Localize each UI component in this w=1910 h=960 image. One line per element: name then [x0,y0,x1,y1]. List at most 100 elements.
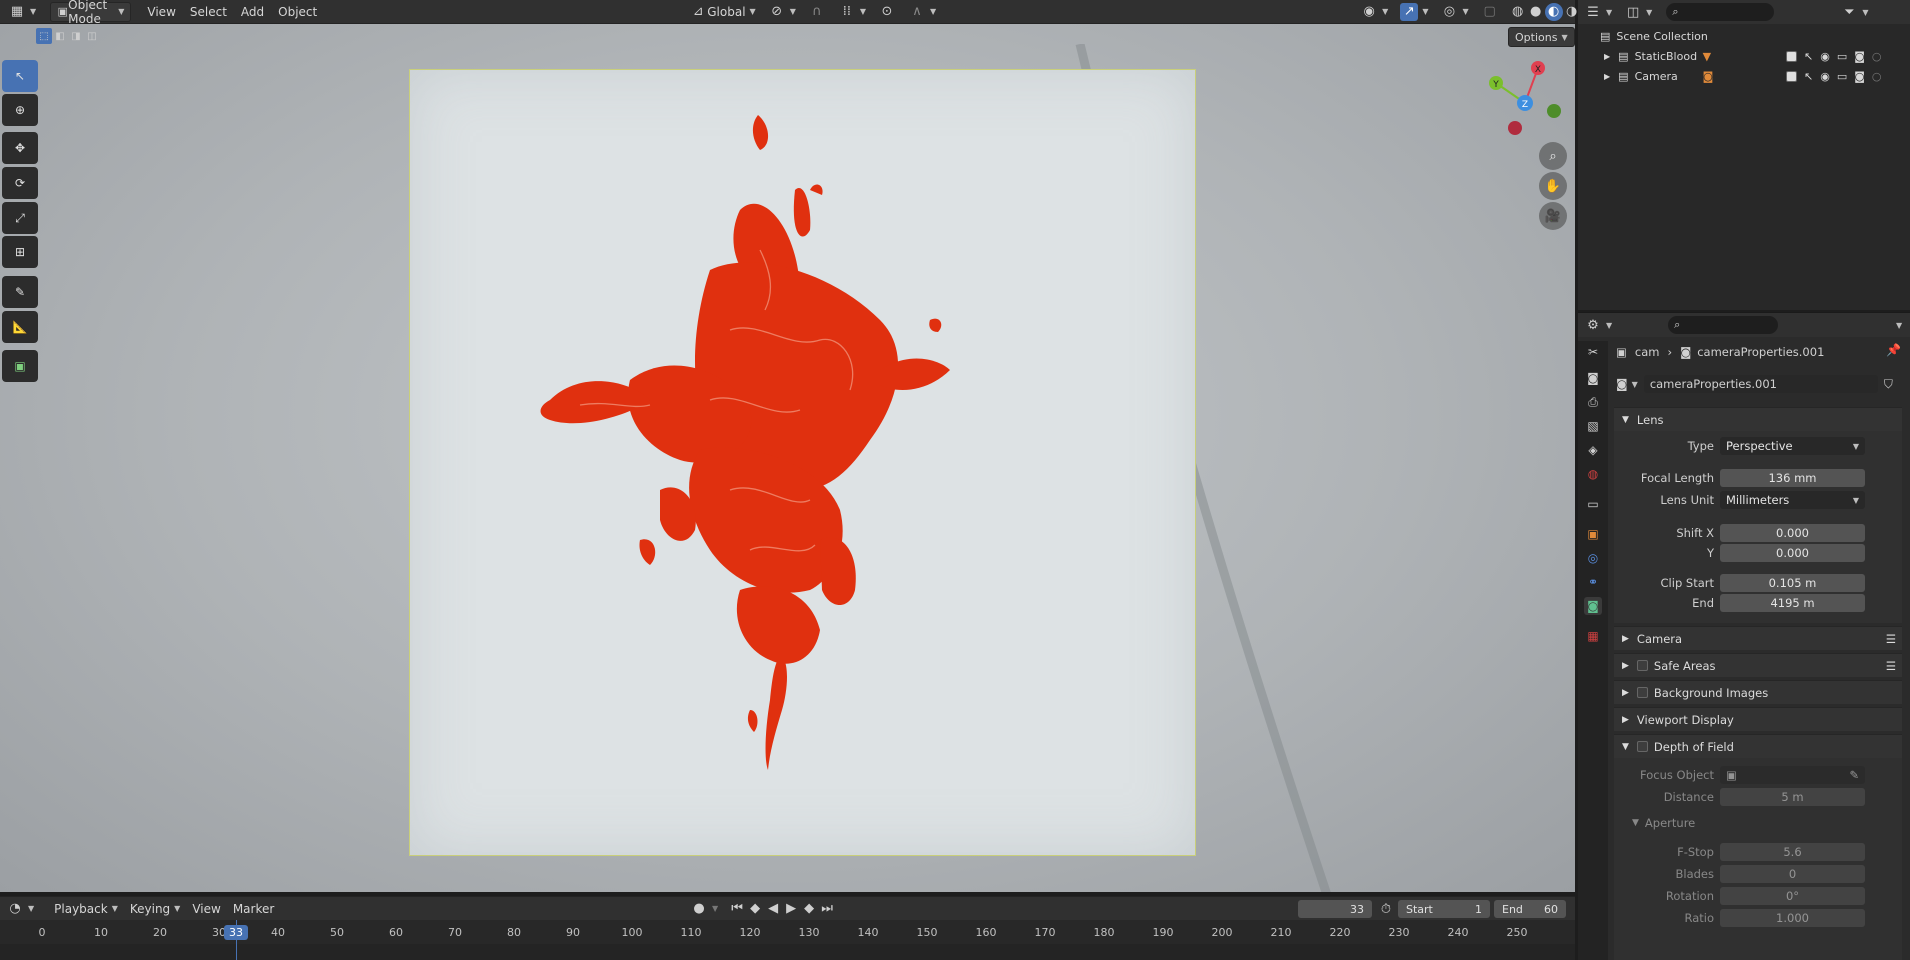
output-tab-icon[interactable]: ⎙ [1584,393,1602,411]
expand-arrow-icon[interactable]: ▶ [1604,52,1610,61]
render-tab-icon[interactable]: ◙ [1584,369,1602,387]
holdout-icon[interactable]: ○ [1872,50,1882,63]
jump-end-icon[interactable]: ⏭ [818,899,836,917]
tool-annotate[interactable]: ✎ [2,276,38,308]
include-checkbox[interactable] [1786,50,1797,62]
chevron-down-icon[interactable]: ▼ [712,904,718,913]
jump-keyframe-back-icon[interactable]: ◆ [746,899,764,917]
fstop-field[interactable]: 5.6 [1720,843,1865,861]
start-frame-field[interactable]: Start 1 [1398,900,1490,918]
safe-areas-panel-header[interactable]: ▶ Safe Areas ☰ [1614,653,1902,677]
render-camera-icon[interactable]: ◙ [1854,70,1865,83]
3d-viewport[interactable]: ⬚ ◧ ◨ ◫ Options ▼ ↖ ⊕ ✥ ⟳ ⤢ ⊞ ✎ 📐 ▣ X Y … [0,24,1575,892]
properties-search-input[interactable]: ⌕ [1668,316,1779,334]
dof-checkbox[interactable] [1636,741,1648,752]
falloff-dropdown[interactable]: ∧ ▼ [902,2,942,22]
clip-end-field[interactable]: 4195 m [1720,594,1865,612]
shift-y-field[interactable]: 0.000 [1720,544,1865,562]
tool-add-cube[interactable]: ▣ [2,350,38,382]
tool-rotate[interactable]: ⟳ [2,167,38,199]
menu-playback[interactable]: Playback ▼ [48,899,124,919]
tool-measure[interactable]: 📐 [2,311,38,343]
select-intersect-icon[interactable]: ◫ [84,28,100,44]
select-new-icon[interactable]: ⬚ [36,28,52,44]
presets-list-icon[interactable]: ☰ [1886,659,1896,673]
viewport-display-panel-header[interactable]: ▶ Viewport Display [1614,707,1902,731]
stopwatch-icon[interactable]: ⏱ [1377,900,1395,918]
zoom-button[interactable]: ⌕ [1539,142,1567,170]
type-dropdown[interactable]: Perspective ▼ [1720,437,1865,455]
xray-toggle[interactable]: ▢ [1475,2,1505,22]
monitor-icon[interactable]: ▭ [1837,70,1847,83]
menu-add[interactable]: Add [235,2,270,22]
blades-field[interactable]: 0 [1720,865,1865,883]
play-icon[interactable]: ▶ [782,899,800,917]
ratio-field[interactable]: 1.000 [1720,909,1865,927]
orientation-dropdown[interactable]: ⊿ Global ▼ [683,2,761,22]
focal-length-field[interactable]: 136 mm [1720,469,1865,487]
monitor-icon[interactable]: ▭ [1837,50,1847,63]
fake-user-shield-icon[interactable]: ⛉ [1884,377,1893,392]
distance-field[interactable]: 5 m [1720,788,1865,806]
pivot-dropdown[interactable]: ⊘ ▼ [762,2,802,22]
visibility-dropdown[interactable]: ◉ ▼ [1354,2,1394,22]
texture-tab-icon[interactable]: ▦ [1584,627,1602,645]
outliner-item-staticblood[interactable]: ▶ ▤ StaticBlood ▼ ↖ ◉ ▭ ◙ ○ [1578,46,1910,66]
snap-dropdown[interactable]: ⁞⁞ ▼ [832,2,872,22]
lens-unit-dropdown[interactable]: Millimeters ▼ [1720,491,1865,509]
shift-x-field[interactable]: 0.000 [1720,524,1865,542]
tool-scale[interactable]: ⤢ [2,202,38,234]
include-checkbox[interactable] [1786,70,1797,82]
clip-start-field[interactable]: 0.105 m [1720,574,1865,592]
aperture-subpanel-header[interactable]: ▼ Aperture [1632,816,1695,830]
end-frame-field[interactable]: End 60 [1494,900,1566,918]
presets-list-icon[interactable]: ☰ [1886,632,1896,646]
timeline-editor-button[interactable]: ◔ ▼ [0,899,40,919]
outliner-item-camera[interactable]: ▶ ▤ Camera ◙ ↖ ◉ ▭ ◙ ○ [1578,66,1910,86]
timeline-scrubber[interactable]: 0 10 20 30 40 50 60 70 80 90 100 110 120 130 140 150 160… [0,920,1575,960]
chevron-down-icon[interactable]: ▼ [1862,8,1868,17]
datablock-name-field[interactable]: cameraProperties.001 [1643,375,1878,393]
editor-type-button[interactable]: ▦ ▼ [2,2,42,22]
background-images-checkbox[interactable] [1636,687,1648,698]
display-mode-button[interactable]: ◫ ▼ [1618,2,1658,22]
material-shading-icon[interactable]: ◐ [1544,2,1563,21]
menu-object[interactable]: Object [272,2,323,22]
navigation-gizmo[interactable]: X Y Z [1480,56,1570,146]
snap-toggle[interactable]: ∩ [802,2,832,22]
select-subtract-icon[interactable]: ◨ [68,28,84,44]
menu-marker[interactable]: Marker [227,899,280,919]
eyedropper-icon[interactable]: ✎ [1849,768,1859,782]
gizmo-toggle[interactable]: ↗ ▼ [1394,2,1434,22]
menu-select[interactable]: Select [184,2,233,22]
background-images-panel-header[interactable]: ▶ Background Images [1614,680,1902,704]
tool-select-box[interactable]: ↖ [2,60,38,92]
pan-button[interactable]: ✋ [1539,172,1567,200]
selectable-arrow-icon[interactable]: ↖ [1804,50,1813,63]
wireframe-shading-icon[interactable]: ◍ [1509,3,1527,21]
tool-cursor[interactable]: ⊕ [2,94,38,126]
options-dropdown[interactable]: Options ▼ [1508,27,1575,47]
mode-dropdown[interactable]: ▣ Object Mode ▼ [50,0,132,26]
solid-shading-icon[interactable]: ● [1527,3,1545,21]
scene-collection-row[interactable]: ▤ Scene Collection [1578,26,1910,46]
eye-icon[interactable]: ◉ [1820,70,1830,83]
view-layer-tab-icon[interactable]: ▧ [1584,417,1602,435]
rotation-field[interactable]: 0° [1720,887,1865,905]
current-frame-field[interactable]: 33 [1298,900,1372,918]
lens-panel-header[interactable]: ▼ Lens [1614,407,1902,431]
jump-keyframe-forward-icon[interactable]: ◆ [800,899,818,917]
record-icon[interactable]: ● [690,899,708,917]
datablock-selector[interactable]: ◙ ▼ cameraProperties.001 ⛉ [1616,375,1893,393]
focus-object-field[interactable]: ▣ ✎ [1720,766,1865,784]
jump-start-icon[interactable]: ⏮ [728,899,746,917]
select-extend-icon[interactable]: ◧ [52,28,68,44]
pin-icon[interactable]: 📌 [1886,343,1901,357]
render-camera-icon[interactable]: ◙ [1854,50,1865,63]
selectable-arrow-icon[interactable]: ↖ [1804,70,1813,83]
menu-view[interactable]: View [141,2,181,22]
chevron-down-icon[interactable]: ▼ [1896,321,1902,330]
eye-icon[interactable]: ◉ [1820,50,1830,63]
dof-panel-header[interactable]: ▼ Depth of Field [1614,734,1902,758]
menu-view-timeline[interactable]: View [186,899,226,919]
